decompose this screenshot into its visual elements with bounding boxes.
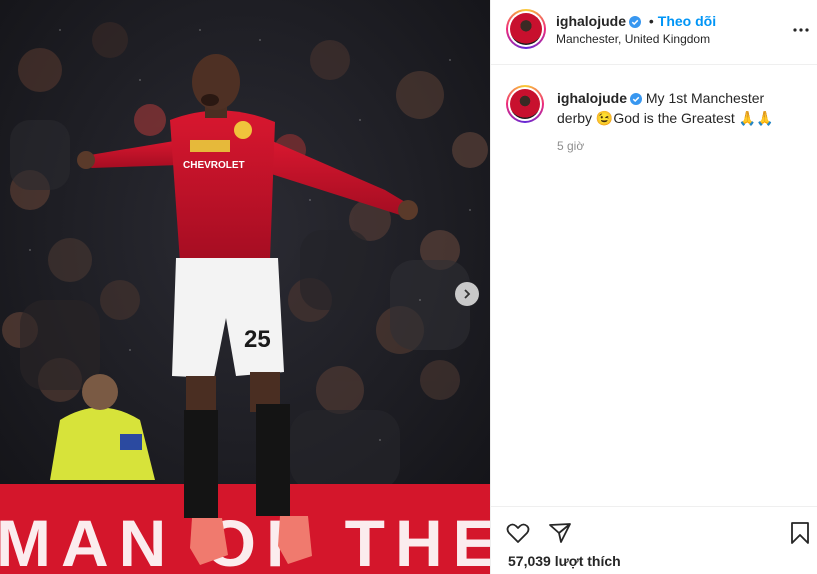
carousel-next-icon: [464, 289, 471, 299]
likes-label: lượt thích: [554, 553, 621, 569]
username-link[interactable]: ighalojude: [556, 13, 626, 29]
more-options-icon: [793, 28, 809, 32]
banner-text: MAN OF THE: [0, 506, 490, 574]
share-icon: [549, 523, 571, 543]
verified-badge-icon: [629, 15, 641, 31]
share-button[interactable]: [547, 520, 573, 546]
post-time[interactable]: 5 giờ: [557, 139, 584, 153]
post-header: ighalojude • Theo dõi Manchester, United …: [491, 0, 817, 65]
avatar[interactable]: [506, 9, 546, 49]
post-side-panel: ighalojude • Theo dõi Manchester, United …: [490, 0, 817, 574]
bookmark-icon: [791, 522, 809, 544]
more-options-button[interactable]: [793, 22, 809, 38]
action-bar: 57,039 lượt thích: [491, 506, 817, 574]
location-link[interactable]: Manchester, United Kingdom: [556, 32, 710, 46]
shirt-number: 25: [244, 326, 271, 353]
likes-count[interactable]: 57,039 lượt thích: [508, 553, 621, 569]
separator-dot: •: [648, 13, 654, 29]
caption: ighalojude My 1st Manchester derby 😉God …: [557, 89, 797, 127]
follow-button[interactable]: Theo dõi: [658, 13, 716, 29]
header-line: ighalojude • Theo dõi: [556, 13, 716, 31]
caption-username[interactable]: ighalojude: [557, 90, 627, 106]
caption-avatar[interactable]: [506, 85, 544, 123]
save-button[interactable]: [787, 520, 813, 546]
post-photo[interactable]: MAN OF THE CHEVROLET 25: [0, 0, 490, 574]
like-button[interactable]: [505, 520, 531, 546]
likes-number: 57,039: [508, 553, 551, 569]
player-photo: MAN OF THE CHEVROLET 25: [0, 0, 490, 574]
verified-badge-icon: [630, 91, 642, 109]
heart-icon: [506, 523, 530, 543]
sponsor-text: CHEVROLET: [183, 160, 245, 171]
carousel-next-button[interactable]: [455, 282, 479, 306]
